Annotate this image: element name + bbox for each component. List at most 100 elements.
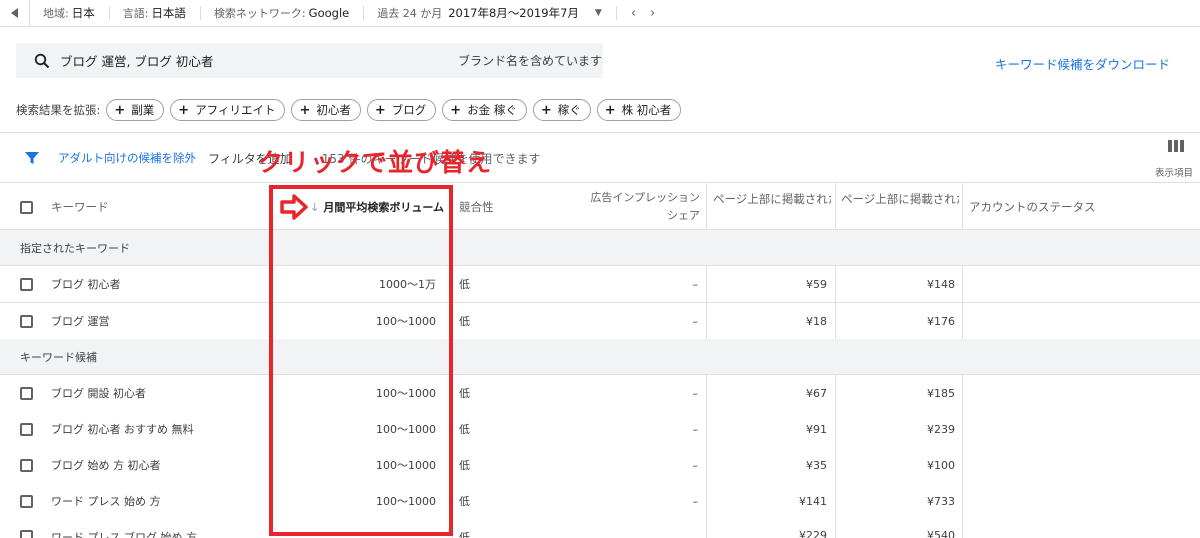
table-row[interactable]: ブログ 運営 100～1000 低 – ¥18 ¥176 [0,303,1200,340]
exclude-adult-link[interactable]: アダルト向けの候補を除外 [58,150,196,166]
expand-chip[interactable]: + 副業 [106,99,165,121]
keyword-cell: ブログ 開設 初心者 [51,387,146,400]
header-keyword[interactable]: キーワード [51,183,109,231]
checkbox[interactable] [20,494,33,508]
bid-high-cell: ¥239 [927,422,955,436]
column-divider [706,519,707,538]
row-checkbox[interactable] [20,303,33,339]
region-label: 地域: [43,7,69,20]
competition-cell: 低 [459,459,470,472]
share-cell: – [692,494,699,508]
row-checkbox[interactable] [20,483,33,519]
column-divider [962,519,963,538]
column-divider [962,447,963,483]
row-checkbox[interactable] [20,375,33,411]
search-query[interactable]: ブログ 運営, ブログ 初心者 [60,51,213,70]
chip-label: お金 稼ぐ [467,103,517,117]
column-divider [962,483,963,519]
dropdown-arrow-icon[interactable]: ▼ [595,8,602,18]
previous-period-icon[interactable]: ‹ [631,6,636,21]
annotation-arrow-icon [280,194,308,220]
expand-results-row: 検索結果を拡張: + 副業 + アフィリエイト + 初心者 + ブログ + お金 稼ぐ +… [16,98,687,122]
column-divider [835,266,836,302]
checkbox[interactable] [20,314,33,328]
keyword-cell: ワード プレス ブログ 始め 方 [51,531,197,538]
expand-chip[interactable]: + お金 稼ぐ [442,99,527,121]
collapse-button[interactable] [0,0,30,27]
column-divider [962,303,963,339]
period-label: 過去 24 か月 [377,7,443,20]
keyword-cell: ブログ 始め 方 初心者 [51,459,161,472]
competition-cell: 低 [459,278,470,291]
table-row[interactable]: ブログ 初心者 おすすめ 無料 100～1000 低 – ¥91 ¥239 [0,411,1200,448]
plus-icon: + [374,102,386,118]
checkbox[interactable] [20,530,33,538]
chip-label: 株 初心者 [621,103,672,117]
table-row[interactable]: ワード プレス ブログ 始め 方 低 ¥229 ¥540 [0,519,1200,538]
keyword-search-box[interactable]: ブログ 運営, ブログ 初心者 ブランド名を含めています [16,43,603,78]
section-label: キーワード候補 [20,350,97,364]
language-setting[interactable]: 言語: 日本語 [123,5,186,21]
competition-cell: 低 [459,423,470,436]
brand-filter-label[interactable]: ブランド名を含めています [458,52,602,69]
expand-chip[interactable]: + 初心者 [291,99,361,121]
header-top-bid-high[interactable]: ページ上部に掲載された [841,183,959,231]
network-setting[interactable]: 検索ネットワーク: Google [214,5,349,21]
table-row[interactable]: ブログ 始め 方 初心者 100～1000 低 – ¥35 ¥100 [0,447,1200,484]
section-keyword-ideas: キーワード候補 [0,339,1200,375]
table-row[interactable]: ワード プレス 始め 方 100～1000 低 – ¥141 ¥733 [0,483,1200,520]
network-label: 検索ネットワーク: [213,7,306,20]
download-keywords-link[interactable]: キーワード候補をダウンロード [995,54,1170,73]
table-header: キーワード ↓ 月間平均検索ボリューム 競合性 広告インプレッション シェア ペ… [0,182,1200,231]
column-divider [962,411,963,447]
share-cell: – [692,458,699,472]
columns-icon[interactable] [1168,140,1184,152]
checkbox[interactable] [20,277,33,291]
column-divider [706,483,707,519]
bid-low-cell: ¥141 [799,494,827,508]
checkbox[interactable] [20,200,33,214]
region-setting[interactable]: 地域: 日本 [43,5,95,21]
table-row[interactable]: ブログ 初心者 1000～1万 低 – ¥59 ¥148 [0,266,1200,303]
checkbox[interactable] [20,386,33,400]
row-checkbox[interactable] [20,519,33,538]
expand-chip[interactable]: + 稼ぐ [532,99,591,121]
header-account-status[interactable]: アカウントのステータス [969,183,1096,231]
plus-icon: + [299,102,311,118]
competition-cell: 低 [459,531,470,538]
header-top-bid-low[interactable]: ページ上部に掲載された [713,183,831,231]
bid-high-cell: ¥540 [927,529,955,538]
keyword-cell: ブログ 初心者 おすすめ 無料 [51,423,194,436]
columns-label[interactable]: 表示項目 [1155,165,1193,179]
header-impression-share[interactable]: 広告インプレッション シェア [560,183,700,231]
next-period-icon[interactable]: › [650,6,655,21]
expand-chip[interactable]: + 株 初心者 [596,99,682,121]
row-checkbox[interactable] [20,411,33,447]
column-divider [835,375,836,411]
checkbox[interactable] [20,422,33,436]
expand-chip[interactable]: + アフィリエイト [170,99,286,121]
table-row[interactable]: ブログ 開設 初心者 100～1000 低 – ¥67 ¥185 [0,375,1200,412]
row-checkbox[interactable] [20,266,33,302]
divider [199,6,201,20]
share-cell: – [692,422,699,436]
select-all-checkbox[interactable] [20,183,33,231]
header-impression-share-line2: シェア [667,209,700,222]
header-competition[interactable]: 競合性 [459,183,494,231]
bid-low-cell: ¥229 [799,529,827,538]
keyword-cell: ブログ 運営 [51,315,110,328]
chip-label: 初心者 [316,103,351,117]
plus-icon: + [178,102,190,118]
column-divider [706,411,707,447]
chip-label: 稼ぐ [557,103,581,117]
expand-chip[interactable]: + ブログ [366,99,437,121]
header-impression-share-line1: 広告インプレッション [590,191,700,204]
column-divider [962,375,963,411]
divider [363,6,365,20]
checkbox[interactable] [20,458,33,472]
filter-icon[interactable] [24,150,40,166]
date-range-selector[interactable]: 過去 24 か月 2017年8月～2019年7月 ▼ [377,5,602,21]
column-divider [706,375,707,411]
row-checkbox[interactable] [20,447,33,483]
bid-low-cell: ¥18 [806,314,827,328]
